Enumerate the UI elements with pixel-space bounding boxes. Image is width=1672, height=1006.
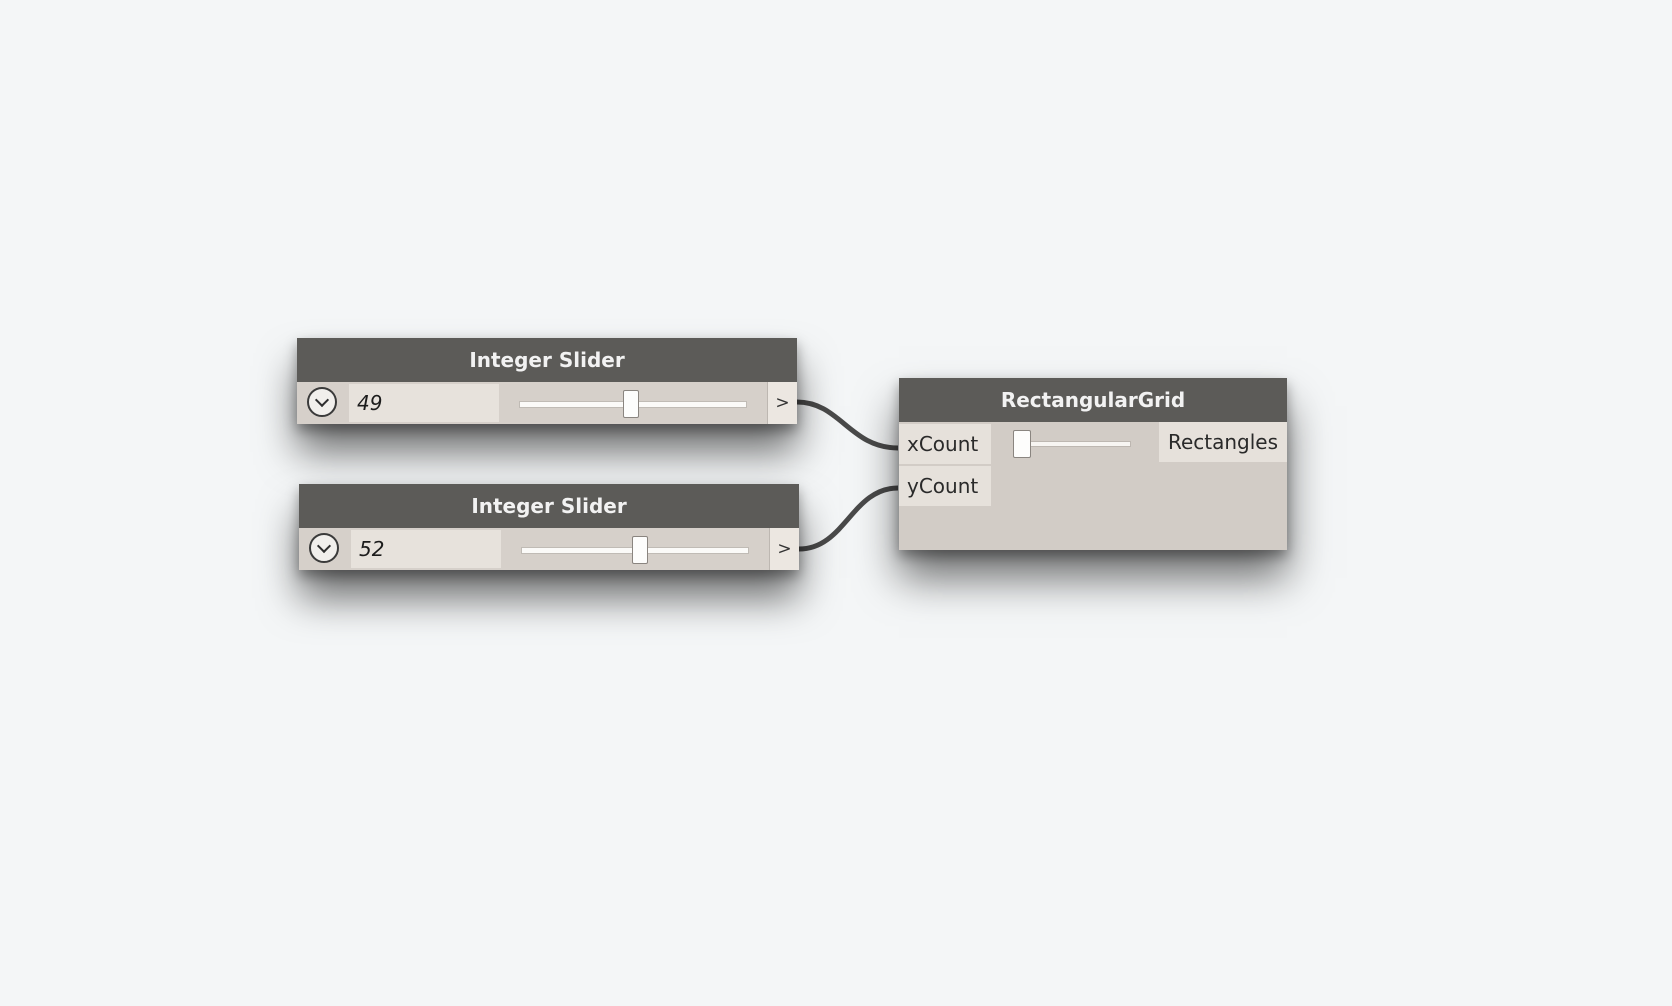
slider-body: 52 >	[299, 528, 799, 570]
lacing-slider-thumb[interactable]	[1013, 430, 1031, 458]
output-port-rectangles[interactable]: Rectangles	[1159, 422, 1287, 462]
integer-slider-node-x[interactable]: Integer Slider 49 >	[297, 338, 797, 424]
node-body: xCount yCount Rectangles	[899, 422, 1287, 550]
graph-canvas[interactable]: Integer Slider 49 > Integer Slider 52 > …	[0, 0, 1672, 1006]
output-port[interactable]: >	[767, 382, 797, 424]
expand-button[interactable]	[299, 528, 351, 570]
slider-thumb[interactable]	[622, 390, 639, 418]
node-title[interactable]: RectangularGrid	[899, 378, 1287, 422]
slider-track-area[interactable]	[509, 528, 759, 570]
node-title[interactable]: Integer Slider	[297, 338, 797, 382]
integer-slider-node-y[interactable]: Integer Slider 52 >	[299, 484, 799, 570]
input-port-xcount[interactable]: xCount	[899, 424, 991, 464]
chevron-down-icon[interactable]	[307, 387, 337, 417]
input-port-ycount[interactable]: yCount	[899, 466, 991, 506]
rectangular-grid-preview	[0, 0, 1672, 1006]
rectangular-grid-node[interactable]: RectangularGrid xCount yCount Rectangles	[899, 378, 1287, 550]
slider-thumb[interactable]	[631, 536, 648, 564]
lacing-slider-track[interactable]	[1019, 441, 1131, 447]
slider-value-input[interactable]: 49	[349, 384, 499, 422]
chevron-down-icon[interactable]	[309, 533, 339, 563]
node-title[interactable]: Integer Slider	[299, 484, 799, 528]
output-port[interactable]: >	[769, 528, 799, 570]
slider-body: 49 >	[297, 382, 797, 424]
slider-track-area[interactable]	[507, 382, 757, 424]
expand-button[interactable]	[297, 382, 349, 424]
slider-value-input[interactable]: 52	[351, 530, 501, 568]
